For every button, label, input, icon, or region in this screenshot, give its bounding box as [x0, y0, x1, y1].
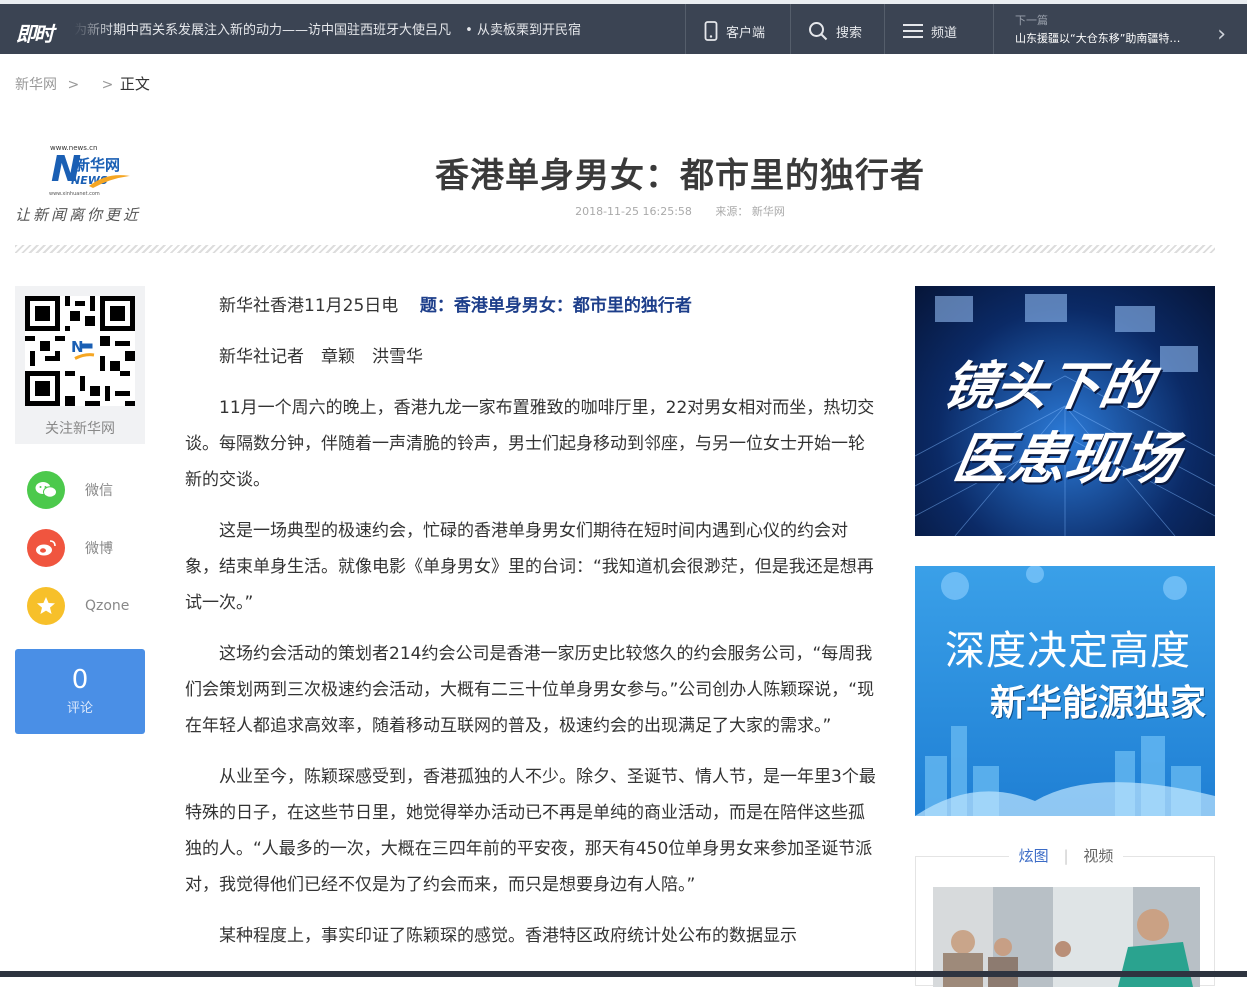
ticker-item[interactable]: 为新时期中西关系发展注入新的动力——访中国驻西班牙大使吕凡	[74, 23, 451, 38]
article-source: 来源： 新华网	[715, 205, 785, 218]
tab-divider: |	[1063, 847, 1069, 865]
nav-divider	[790, 4, 791, 54]
comment-button[interactable]: 0 评论	[15, 649, 145, 734]
weibo-label: 微博	[85, 541, 113, 557]
media-gallery: 炫图 | 视频	[915, 847, 1215, 987]
article-body: 新华社香港11月25日电 题：香港单身男女：都市里的独行者 新华社记者 章颖 洪…	[185, 288, 877, 969]
article-paragraph: 某种程度上，事实印证了陈颖琛的感觉。香港特区政府统计处公布的数据显示	[219, 926, 797, 946]
breadcrumb-separator: >	[67, 77, 80, 93]
chevron-right-icon: ›	[1217, 22, 1226, 47]
comment-label: 评论	[66, 701, 93, 716]
breadcrumb-separator: >	[101, 77, 114, 93]
browser-bottom-bar	[0, 971, 1247, 977]
logo-n-icon: N	[51, 149, 82, 190]
qzone-star-icon	[27, 587, 65, 625]
ad-banner-medical[interactable]: 镜头下的 医患现场	[915, 286, 1215, 536]
wechat-label: 微信	[85, 483, 113, 499]
search-label: 搜索	[836, 25, 863, 41]
share-wechat-button[interactable]: 微信	[27, 470, 147, 510]
breadcrumb-home[interactable]: 新华网	[15, 77, 57, 93]
ad2-line1: 深度决定高度	[945, 628, 1191, 674]
share-qzone-button[interactable]: Qzone	[27, 586, 147, 626]
nav-divider	[993, 4, 994, 54]
article-paragraph: 11月一个周六的晚上，香港九龙一家布置雅致的咖啡厅里，22对男女相对而坐，热切交…	[185, 398, 875, 490]
logo-url-bottom: www.xinhuanet.com	[49, 191, 100, 197]
breadcrumb-current: 正文	[119, 75, 150, 93]
menu-icon	[903, 24, 923, 38]
ticker-fade-right	[614, 18, 654, 44]
tab-video[interactable]: 视频	[1083, 845, 1113, 866]
channel-button[interactable]: 频道	[903, 18, 957, 44]
tab-gallery[interactable]: 炫图	[1019, 845, 1049, 866]
search-icon	[809, 22, 828, 41]
news-ticker[interactable]: 为新时期中西关系发展注入新的动力——访中国驻西班牙大使吕凡 • 从卖板栗到开民宿	[74, 18, 654, 44]
ticker-fade-left	[74, 18, 114, 44]
ad2-line2: 新华能源独家	[990, 683, 1207, 724]
top-navigation-bar: 即时 为新时期中西关系发展注入新的动力——访中国驻西班牙大使吕凡 • 从卖板栗到…	[0, 0, 1247, 54]
client-label: 客户端	[726, 25, 766, 41]
logo-swoosh-icon	[89, 175, 130, 188]
nav-divider	[685, 4, 686, 54]
wechat-icon	[27, 471, 65, 509]
share-weibo-button[interactable]: 微博	[27, 528, 147, 568]
qzone-label: Qzone	[85, 598, 130, 614]
lead-dateline: 新华社香港11月25日电	[219, 296, 399, 316]
qr-label: 关注新华网	[45, 421, 115, 437]
hatched-divider	[15, 245, 1215, 253]
ticker-item[interactable]: • 从卖板栗到开民宿	[465, 23, 581, 38]
next-label: 下一篇	[1015, 14, 1048, 27]
weibo-icon	[27, 529, 65, 567]
logo-slogan: 让新闻离你更近	[15, 206, 142, 224]
article-lead: 新华社香港11月25日电 题：香港单身男女：都市里的独行者	[185, 288, 877, 324]
next-title: 山东援疆以“大仓东移”助南疆特…	[1015, 32, 1181, 45]
brand-logo[interactable]: 即时	[16, 18, 54, 47]
comment-count: 0	[71, 665, 89, 695]
qr-code-box: N 关注新华网	[15, 286, 145, 444]
gallery-tabs: 炫图 | 视频	[916, 845, 1216, 866]
article-title: 香港单身男女：都市里的独行者	[435, 156, 925, 196]
ad1-line2: 医患现场	[948, 427, 1184, 492]
next-article-link[interactable]: 下一篇 山东援疆以“大仓东移”助南疆特… ›	[1000, 12, 1240, 52]
lead-title: 题：香港单身男女：都市里的独行者	[419, 296, 692, 316]
search-button[interactable]: 搜索	[808, 18, 862, 44]
nav-divider	[884, 4, 885, 54]
article-paragraph: 这场约会活动的策划者214约会公司是香港一家历史比较悠久的约会服务公司，“每周我…	[185, 644, 875, 736]
channel-label: 频道	[931, 25, 958, 41]
qr-code-icon: N	[25, 296, 135, 406]
breadcrumb: 新华网 > > 正文	[15, 73, 150, 94]
article-paragraph: 新华社记者 章颖 洪雪华	[219, 347, 423, 367]
article-paragraph: 这是一场典型的极速约会，忙碌的香港单身男女们期待在短时间内遇到心仪的约会对象，结…	[185, 521, 874, 613]
ad-banner-energy[interactable]: 深度决定高度 新华能源独家	[915, 566, 1215, 816]
phone-icon	[704, 21, 718, 41]
article-datetime: 2018-11-25 16:25:58	[575, 205, 692, 218]
ad1-line1: 镜头下的	[938, 357, 1158, 417]
client-button[interactable]: 客户端	[704, 18, 765, 44]
article-meta: 2018-11-25 16:25:58 来源： 新华网	[330, 203, 1030, 219]
xinhuanet-logo[interactable]: www.news.cn N 新华网 NEWS www.xinhuanet.com…	[15, 144, 150, 228]
article-paragraph: 从业至今，陈颖琛感受到，香港孤独的人不少。除夕、圣诞节、情人节，是一年里3个最特…	[185, 767, 876, 895]
